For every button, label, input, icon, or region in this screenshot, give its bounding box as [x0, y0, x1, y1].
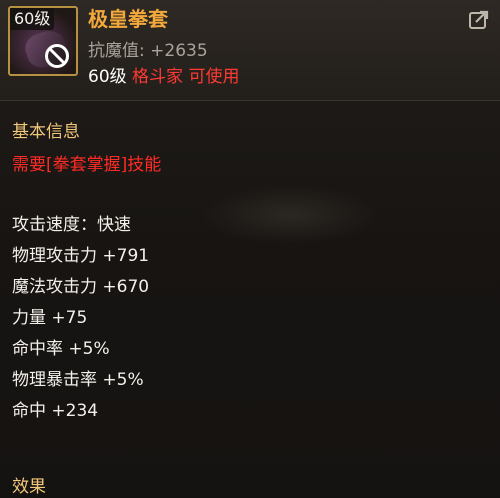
item-name: 极皇拳套	[88, 7, 168, 31]
share-icon[interactable]	[468, 8, 492, 32]
section-effect: 效果	[12, 477, 46, 497]
stat-hit: 命中 +234	[12, 401, 99, 421]
stat-strength: 力量 +75	[12, 308, 88, 328]
stat-physical-attack: 物理攻击力 +791	[12, 246, 150, 266]
item-tooltip: 60级 极皇拳套 抗魔值: +2635 60级 格斗家 可使用 基本信息 需要[…	[0, 0, 500, 497]
section-basic-info: 基本信息	[12, 122, 80, 142]
usage-requirement: 60级 格斗家 可使用	[88, 66, 239, 88]
stat-hit-rate: 命中率 +5%	[12, 339, 110, 359]
skill-requirement: 需要[拳套掌握]技能	[12, 155, 162, 175]
stat-physical-crit: 物理暴击率 +5%	[12, 370, 144, 390]
no-entry-icon	[45, 44, 69, 68]
stat-magic-attack: 魔法攻击力 +670	[12, 277, 150, 297]
required-level: 60级	[88, 67, 127, 87]
item-level-badge: 60级	[10, 8, 55, 30]
usable-status: 可使用	[188, 67, 240, 87]
background-watermark	[200, 185, 380, 245]
required-class: 格斗家	[132, 67, 184, 87]
stat-attack-speed: 攻击速度：快速	[12, 215, 131, 235]
magic-resist-value: 抗魔值: +2635	[88, 41, 208, 61]
gauntlet-icon[interactable]: 60级	[8, 6, 78, 76]
item-header: 60级 极皇拳套 抗魔值: +2635 60级 格斗家 可使用	[0, 0, 500, 101]
